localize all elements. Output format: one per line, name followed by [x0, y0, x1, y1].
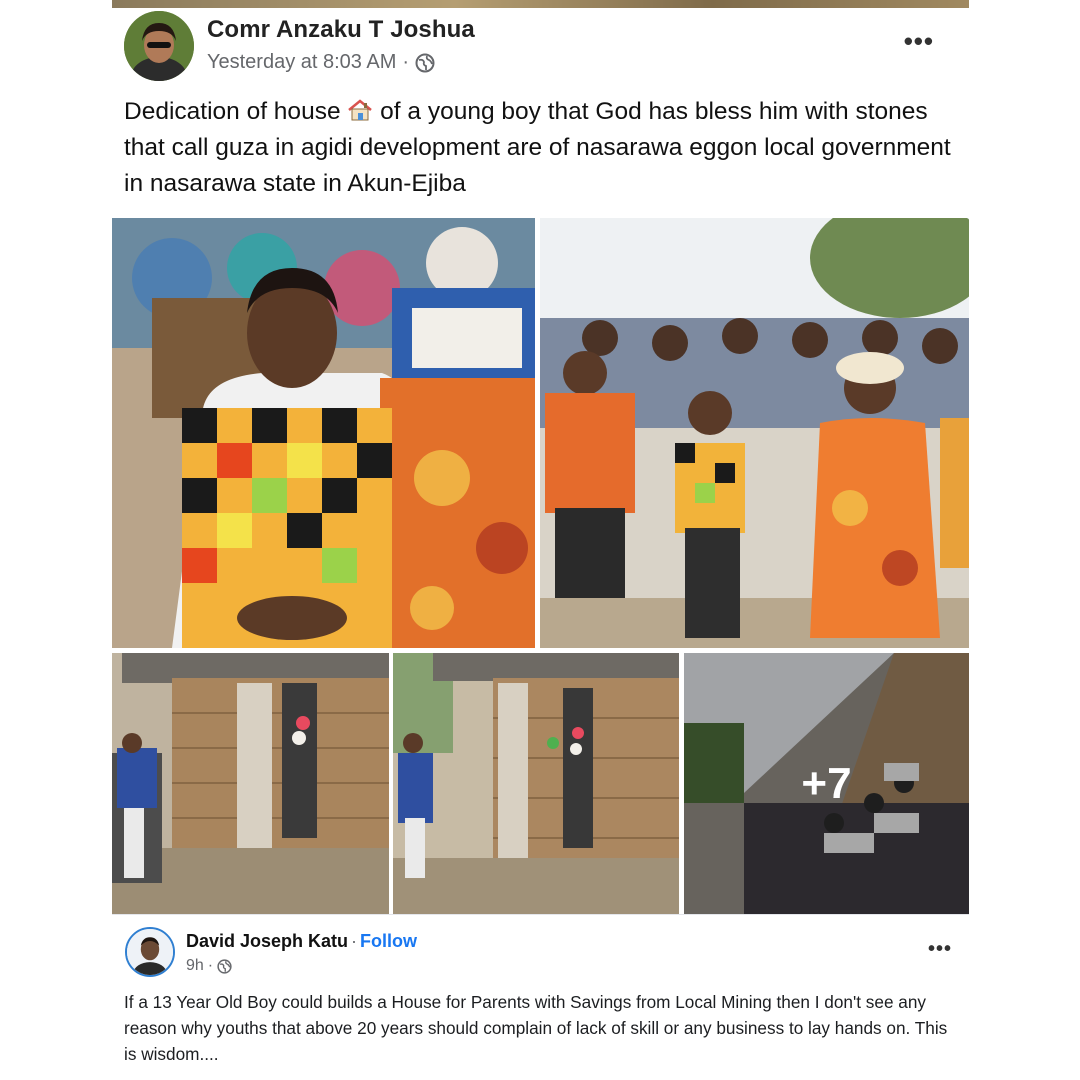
sharer-header: David Joseph Katu · Follow	[186, 931, 417, 952]
post-text-start: Dedication of house	[124, 98, 348, 125]
post-photo-1[interactable]	[112, 218, 535, 648]
post-meta: Yesterday at 8:03 AM ·	[207, 51, 435, 74]
name-separator: ·	[351, 931, 358, 951]
section-divider	[112, 914, 969, 915]
sharer-avatar[interactable]	[125, 927, 175, 977]
follow-button[interactable]: Follow	[360, 931, 417, 951]
post-timestamp[interactable]: Yesterday at 8:03 AM	[207, 51, 396, 74]
facebook-post: Comr Anzaku T Joshua Yesterday at 8:03 A…	[112, 8, 969, 914]
sharer-timestamp[interactable]: 9h	[186, 957, 204, 975]
house-emoji-icon	[347, 97, 373, 121]
sharer-meta: 9h ·	[186, 957, 232, 975]
share-text: If a 13 Year Old Boy could builds a Hous…	[124, 992, 948, 1064]
globe-icon	[415, 53, 435, 73]
post-options-button[interactable]: •••	[904, 26, 934, 57]
previous-post-image-edge	[112, 0, 969, 8]
post-text: Dedication of house of a young boy that …	[124, 94, 954, 202]
sharer-name[interactable]: David Joseph Katu	[186, 931, 348, 951]
post-photo-3[interactable]	[112, 653, 389, 914]
author-avatar[interactable]	[124, 11, 194, 81]
share-options-button[interactable]: •••	[928, 938, 952, 961]
sharer-meta-separator: ·	[207, 957, 214, 974]
meta-separator: ·	[402, 51, 410, 73]
more-photos-overlay[interactable]: +7	[684, 653, 969, 914]
post-author-name[interactable]: Comr Anzaku T Joshua	[207, 16, 475, 44]
post-photo-5[interactable]: +7	[684, 653, 969, 914]
post-photo-4[interactable]	[393, 653, 679, 914]
post-photo-2[interactable]	[540, 218, 969, 648]
globe-icon	[217, 958, 232, 974]
